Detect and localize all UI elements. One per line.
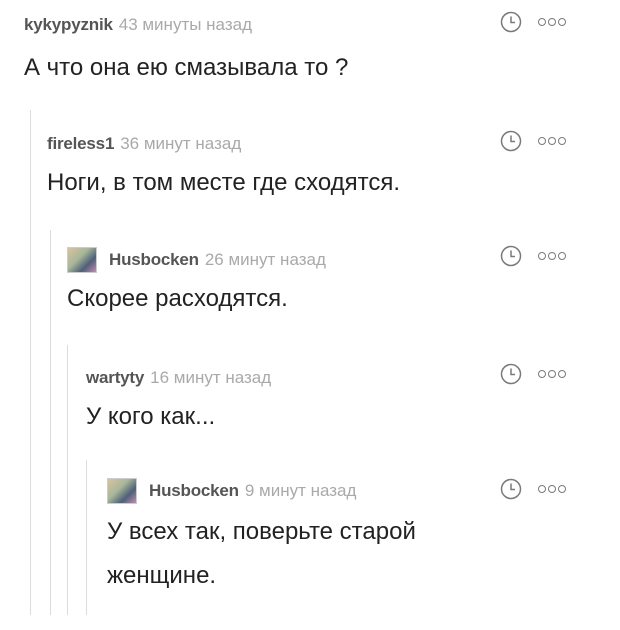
thread-line-1	[30, 110, 31, 615]
comment-header: Husbocken 9 минут назад	[107, 478, 487, 504]
thread-line-2	[50, 230, 51, 615]
comment-author[interactable]: wartyty	[86, 368, 144, 388]
more-dots-icon[interactable]	[538, 252, 566, 260]
more-dots-icon[interactable]	[538, 370, 566, 378]
comment-text: У всех так, поверьте старой женщине.	[107, 518, 416, 589]
avatar[interactable]	[67, 247, 97, 273]
comment: Husbocken 26 минут назад Скорее расходят…	[67, 247, 487, 319]
comment-text: Ноги, в том месте где сходятся.	[47, 169, 401, 196]
comment-text: У кого как...	[86, 403, 216, 430]
comment-time[interactable]: 26 минут назад	[205, 250, 326, 270]
comment-text: Скорее расходятся.	[67, 285, 288, 312]
more-dots-icon[interactable]	[538, 18, 566, 26]
comment-author[interactable]: kykypyznik	[24, 15, 113, 35]
comment-time[interactable]: 36 минут назад	[120, 134, 241, 154]
avatar[interactable]	[107, 478, 137, 504]
clock-icon[interactable]	[500, 245, 522, 267]
comment-meta	[500, 363, 566, 385]
more-dots-icon[interactable]	[538, 485, 566, 493]
comment-header: kykypyznik 43 минуты назад	[24, 12, 464, 38]
comment-time[interactable]: 43 минуты назад	[119, 15, 252, 35]
thread-line-3	[67, 345, 68, 615]
comment-meta	[500, 11, 566, 33]
comment-header: wartyty 16 минут назад	[86, 365, 486, 391]
comment-text: А что она ею смазывала то ?	[24, 54, 349, 81]
comment-header: Husbocken 26 минут назад	[67, 247, 487, 273]
comment-header: fireless1 36 минут назад	[47, 131, 487, 157]
comment-author[interactable]: fireless1	[47, 134, 114, 154]
clock-icon[interactable]	[500, 130, 522, 152]
thread-line-4	[86, 460, 87, 615]
comment: Husbocken 9 минут назад У всех так, пове…	[107, 478, 487, 598]
clock-icon[interactable]	[500, 478, 522, 500]
comment-time[interactable]: 9 минут назад	[245, 481, 357, 501]
clock-icon[interactable]	[500, 11, 522, 33]
comment: wartyty 16 минут назад У кого как...	[86, 365, 486, 437]
comment: fireless1 36 минут назад Ноги, в том мес…	[47, 131, 487, 203]
comment: kykypyznik 43 минуты назад А что она ею …	[24, 12, 464, 88]
comment-meta	[500, 478, 566, 500]
comment-time[interactable]: 16 минут назад	[150, 368, 271, 388]
comment-meta	[500, 245, 566, 267]
clock-icon[interactable]	[500, 363, 522, 385]
comment-meta	[500, 130, 566, 152]
comment-author[interactable]: Husbocken	[149, 481, 239, 501]
more-dots-icon[interactable]	[538, 137, 566, 145]
comment-author[interactable]: Husbocken	[109, 250, 199, 270]
